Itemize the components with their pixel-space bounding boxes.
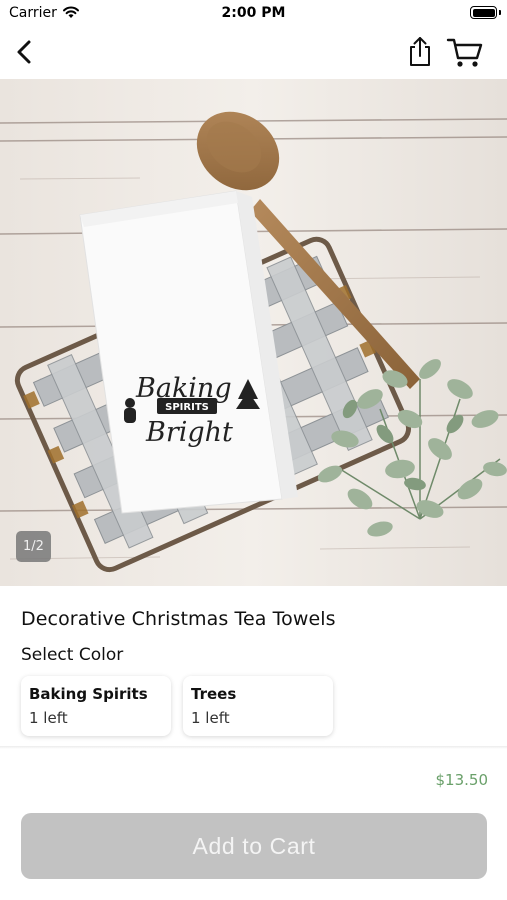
nav-bar <box>0 28 507 78</box>
option-stock: 1 left <box>29 709 68 727</box>
battery-icon <box>470 6 497 19</box>
towel-print-banner: SPIRITS <box>165 402 209 413</box>
image-page-indicator: 1/2 <box>16 531 51 562</box>
chevron-left-icon <box>17 40 31 64</box>
share-button[interactable] <box>404 35 436 69</box>
option-name: Baking Spirits <box>29 685 148 703</box>
cart-icon <box>446 38 483 67</box>
status-bar: Carrier 2:00 PM <box>0 0 507 28</box>
product-price: $13.50 <box>435 771 489 789</box>
color-option-trees[interactable]: Trees 1 left <box>183 676 333 736</box>
product-title: Decorative Christmas Tea Towels <box>21 608 336 630</box>
color-option-baking-spirits[interactable]: Baking Spirits 1 left <box>21 676 171 736</box>
product-details: Decorative Christmas Tea Towels Select C… <box>0 586 507 746</box>
add-to-cart-button[interactable]: Add to Cart <box>21 813 487 879</box>
product-photo: Baking SPIRITS Bright <box>0 79 507 586</box>
select-color-label: Select Color <box>21 645 124 665</box>
option-name: Trees <box>191 685 237 703</box>
divider <box>0 746 507 749</box>
clock: 2:00 PM <box>221 5 286 21</box>
option-stock: 1 left <box>191 709 230 727</box>
cart-button[interactable] <box>446 34 484 70</box>
share-icon <box>410 37 430 66</box>
product-image-gallery[interactable]: Baking SPIRITS Bright 1/2 <box>0 79 507 586</box>
towel-print-line2: Bright <box>145 417 233 448</box>
back-button[interactable] <box>10 36 42 68</box>
